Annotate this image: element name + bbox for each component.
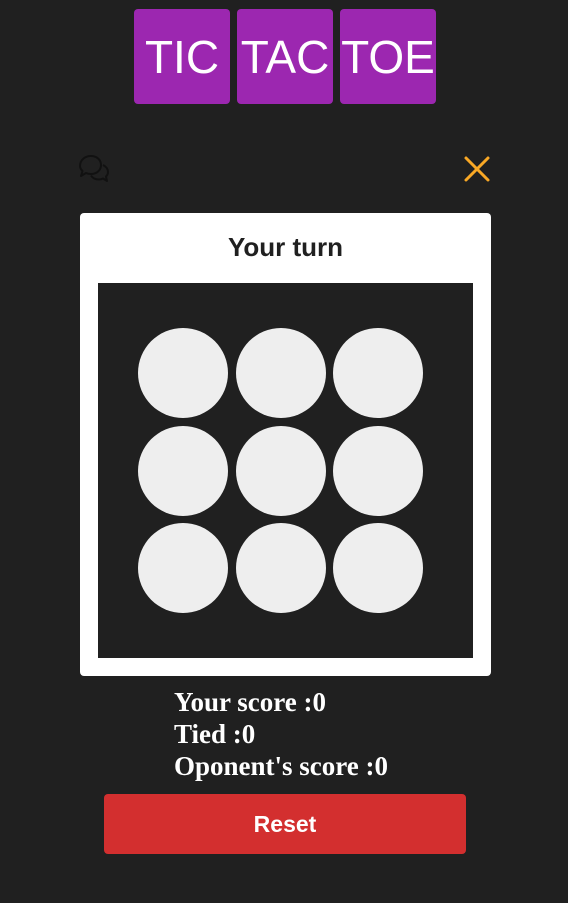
close-icon[interactable] <box>462 154 492 184</box>
opponent-score: Oponent's score :0 <box>174 751 388 781</box>
reset-button[interactable]: Reset <box>104 794 466 854</box>
your-score: Your score :0 <box>174 687 326 717</box>
game-board <box>98 283 473 658</box>
board-cell-3[interactable] <box>333 328 423 418</box>
tied-score: Tied :0 <box>174 719 256 749</box>
title-tile-toe: TOE <box>340 9 436 104</box>
game-card: Your turn <box>80 213 491 676</box>
title-tile-tac: TAC <box>237 9 333 104</box>
board-cell-6[interactable] <box>333 426 423 516</box>
chat-bubbles-icon[interactable] <box>76 152 110 186</box>
board-cell-1[interactable] <box>138 328 228 418</box>
board-cell-8[interactable] <box>236 523 326 613</box>
title-banner: TIC TAC TOE <box>134 9 436 104</box>
scoreboard: Your score :0 Tied :0 Oponent's score :0 <box>174 686 388 782</box>
board-cell-2[interactable] <box>236 328 326 418</box>
board-cell-4[interactable] <box>138 426 228 516</box>
title-tile-tic: TIC <box>134 9 230 104</box>
turn-indicator: Your turn <box>227 232 344 262</box>
board-cell-9[interactable] <box>333 523 423 613</box>
board-cell-7[interactable] <box>138 523 228 613</box>
board-cell-5[interactable] <box>236 426 326 516</box>
